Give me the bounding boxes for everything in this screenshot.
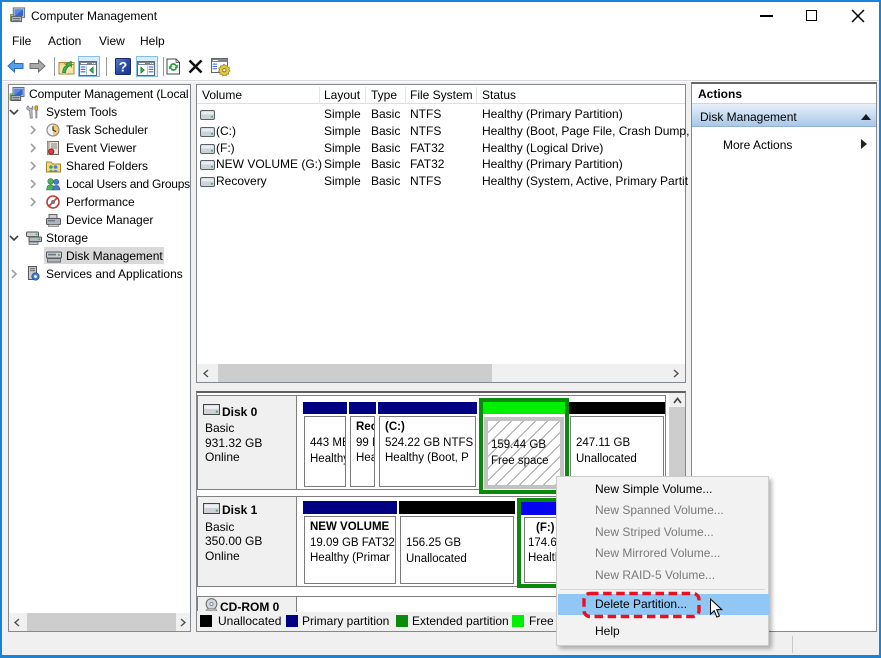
svg-text:?: ? bbox=[119, 59, 128, 75]
